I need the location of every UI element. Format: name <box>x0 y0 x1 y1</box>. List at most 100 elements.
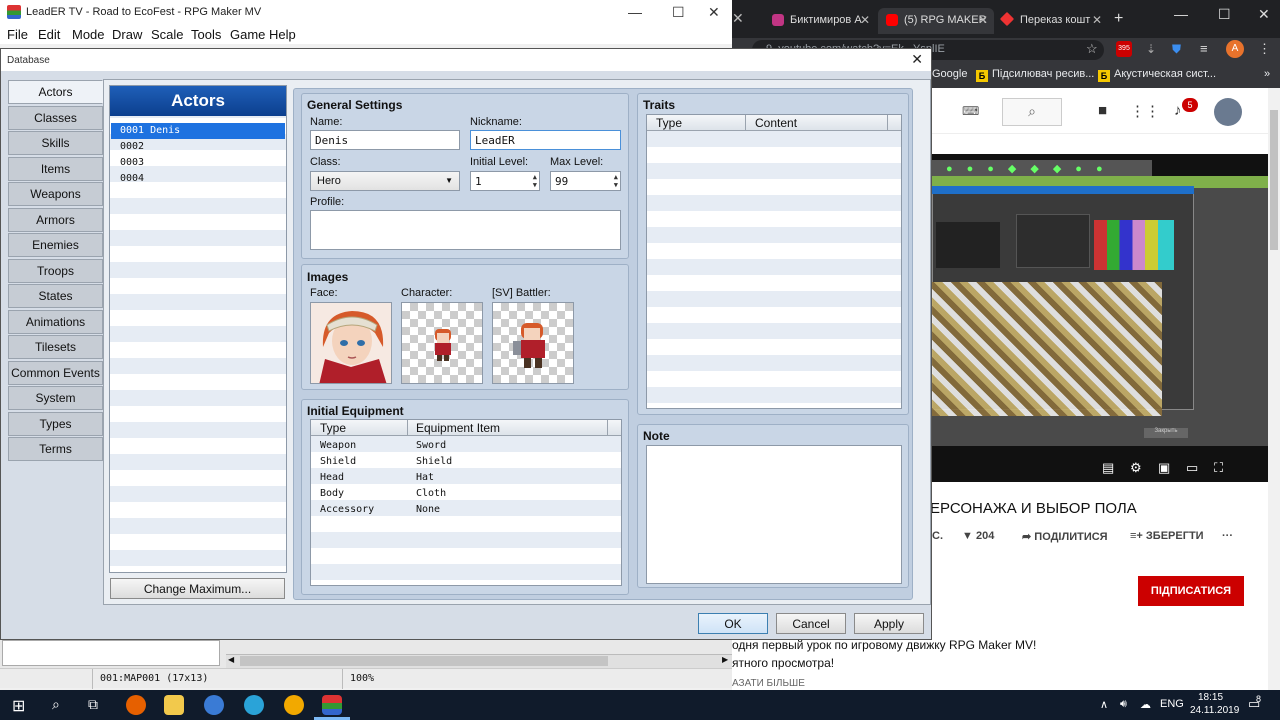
spin-up-icon[interactable]: ▲ <box>533 173 537 181</box>
keyboard-icon[interactable]: ⌨ <box>962 104 979 118</box>
bookmark-item[interactable]: Б Акустическая сист... <box>1098 68 1216 82</box>
settings-icon[interactable]: ⚙ <box>1130 460 1142 476</box>
class-select[interactable]: Hero ▼ <box>310 171 460 191</box>
tab-troops[interactable]: Troops <box>8 259 103 283</box>
tab-enemies[interactable]: Enemies <box>8 233 103 257</box>
maximize-icon[interactable]: ☐ <box>1218 6 1231 23</box>
ok-button[interactable]: OK <box>698 613 768 634</box>
search-icon[interactable]: ⌕ <box>52 696 60 713</box>
show-more-link[interactable]: АЗАТИ БІЛЬШЕ <box>732 678 805 689</box>
extension-icon[interactable]: 395 <box>1116 41 1132 57</box>
equipment-type[interactable]: Shield <box>320 456 356 467</box>
cancel-button[interactable]: Cancel <box>776 613 846 634</box>
map-list-bottom[interactable] <box>2 640 220 666</box>
windows-start-icon[interactable]: ⊞ <box>12 696 25 716</box>
profile-textarea[interactable] <box>310 210 621 250</box>
menu-mode[interactable]: Mode <box>72 27 105 42</box>
tab-tilesets[interactable]: Tilesets <box>8 335 103 359</box>
close-icon[interactable]: ✕ <box>708 4 720 21</box>
queue-icon[interactable]: ≡ <box>1200 41 1208 56</box>
dislike-button[interactable]: ▼ 204 <box>962 530 994 542</box>
character-image[interactable] <box>401 302 483 384</box>
kebab-menu-icon[interactable]: ⋮ <box>1258 41 1271 57</box>
tab-items[interactable]: Items <box>8 157 103 181</box>
tab-actors[interactable]: Actors <box>8 80 103 104</box>
minimize-icon[interactable]: — <box>628 4 642 20</box>
share-button[interactable]: ➦ ПОДІЛИТИСЯ <box>1022 530 1108 543</box>
minimize-icon[interactable]: — <box>1174 6 1188 22</box>
tray-chevron-icon[interactable]: ∧ <box>1100 698 1108 711</box>
apps-icon[interactable]: ⋮⋮ <box>1130 102 1160 120</box>
change-maximum-button[interactable]: Change Maximum... <box>110 578 285 599</box>
equipment-item[interactable]: Sword <box>416 440 446 451</box>
more-actions-icon[interactable]: ··· <box>1222 530 1233 542</box>
tab-weapons[interactable]: Weapons <box>8 182 103 206</box>
nickname-field[interactable]: LeadER <box>470 130 621 150</box>
actor-row[interactable]: 0004 <box>111 171 285 187</box>
browser-tab-active[interactable]: (5) RPG MAKER ✕ <box>878 8 994 34</box>
browser-tab[interactable]: Биктимиров А ✕ <box>764 8 876 34</box>
equipment-item[interactable]: None <box>416 504 440 515</box>
spin-down-icon[interactable]: ▼ <box>614 181 618 189</box>
equipment-item[interactable]: Hat <box>416 472 434 483</box>
face-image[interactable] <box>310 302 392 384</box>
note-textarea[interactable] <box>646 445 902 584</box>
col-trait-content[interactable]: Content <box>755 116 797 130</box>
equipment-type[interactable]: Body <box>320 488 344 499</box>
save-button[interactable]: ≡+ ЗБЕРЕГТИ <box>1130 530 1204 542</box>
equipment-type[interactable]: Head <box>320 472 344 483</box>
menu-scale[interactable]: Scale <box>151 27 184 42</box>
col-trait-type[interactable]: Type <box>656 116 682 130</box>
clock-time[interactable]: 18:15 <box>1198 692 1223 703</box>
menu-draw[interactable]: Draw <box>112 27 142 42</box>
max-level-stepper[interactable]: 99 ▲ ▼ <box>550 171 621 191</box>
bookmark-google[interactable]: Google <box>932 68 967 80</box>
app-icon[interactable] <box>284 695 304 715</box>
close-icon[interactable]: ✕ <box>1258 6 1270 23</box>
shield-icon[interactable]: ⛊ <box>1172 42 1181 57</box>
scroll-right-icon[interactable]: ▶ <box>722 655 728 664</box>
cloud-icon[interactable]: ☁ <box>1140 698 1151 711</box>
tab-close-icon[interactable]: ✕ <box>732 10 744 27</box>
horizontal-scrollbar-thumb[interactable] <box>240 656 608 666</box>
fullscreen-icon[interactable]: ⛶ <box>1214 460 1223 476</box>
menu-edit[interactable]: Edit <box>38 27 60 42</box>
telegram-icon[interactable] <box>244 695 264 715</box>
battler-image[interactable] <box>492 302 574 384</box>
language-indicator[interactable]: ENG <box>1160 698 1184 710</box>
actor-row[interactable]: 0003 <box>111 155 285 171</box>
task-view-icon[interactable]: ⧉ <box>88 696 98 713</box>
theater-icon[interactable]: ▭ <box>1186 460 1198 476</box>
menu-game[interactable]: Game <box>230 27 265 42</box>
close-tab-icon[interactable]: ✕ <box>1092 13 1102 27</box>
tab-animations[interactable]: Animations <box>8 310 103 334</box>
scroll-left-icon[interactable]: ◀ <box>228 655 234 664</box>
new-tab-icon[interactable]: + <box>1114 10 1123 28</box>
menu-file[interactable]: File <box>7 27 28 42</box>
close-icon[interactable]: ✕ <box>911 51 923 68</box>
spin-down-icon[interactable]: ▼ <box>533 181 537 189</box>
subscribe-button[interactable]: ПІДПИСАТИСЯ <box>1138 576 1244 606</box>
page-scrollbar-thumb[interactable] <box>1270 110 1278 250</box>
tab-terms[interactable]: Terms <box>8 437 103 461</box>
spin-up-icon[interactable]: ▲ <box>614 173 618 181</box>
tab-armors[interactable]: Armors <box>8 208 103 232</box>
volume-icon[interactable]: 🔊︎ <box>1120 698 1127 711</box>
bell-icon[interactable]: ♪ <box>1174 102 1182 119</box>
profile-avatar[interactable]: A <box>1226 40 1244 58</box>
tab-system[interactable]: System <box>8 386 103 410</box>
equipment-type[interactable]: Accessory <box>320 504 374 515</box>
rpgmaker-taskbar-icon[interactable] <box>322 695 342 715</box>
miniplayer-icon[interactable]: ▣ <box>1158 460 1170 476</box>
more-bookmarks-icon[interactable]: » <box>1264 68 1270 80</box>
tab-types[interactable]: Types <box>8 412 103 436</box>
name-field[interactable]: Denis <box>310 130 460 150</box>
equipment-table[interactable] <box>310 419 622 586</box>
menu-help[interactable]: Help <box>269 27 296 42</box>
clock-date[interactable]: 24.11.2019 <box>1190 705 1239 716</box>
download-icon[interactable]: ⇣ <box>1146 42 1156 56</box>
actor-row[interactable]: 0002 <box>111 139 285 155</box>
col-type[interactable]: Type <box>320 421 346 435</box>
bookmark-item[interactable]: Б Підсилювач ресив... <box>976 68 1094 82</box>
avatar[interactable] <box>1214 98 1242 126</box>
